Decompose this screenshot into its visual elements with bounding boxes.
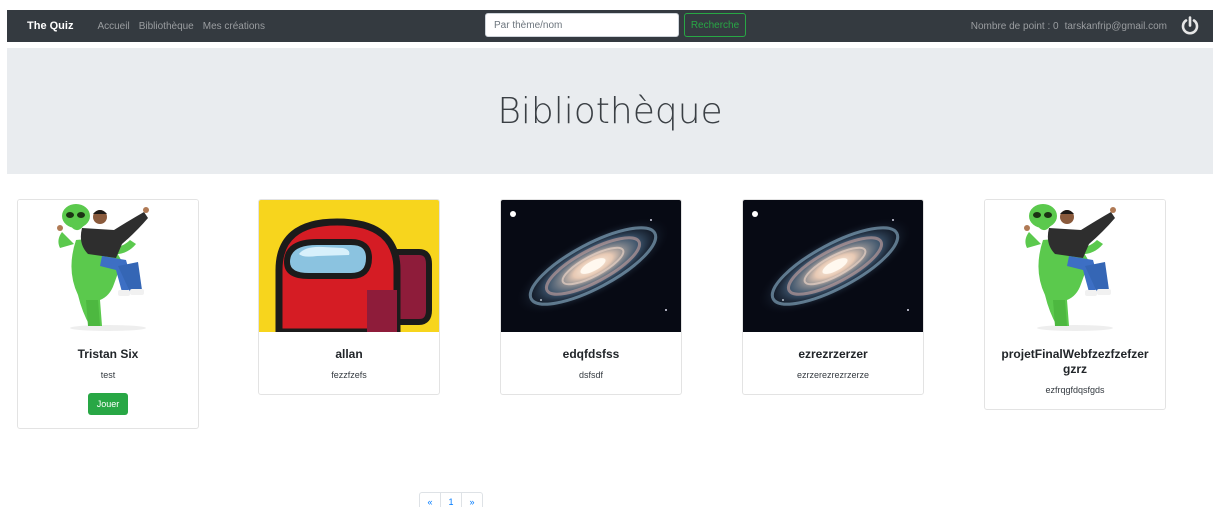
card-description: ezfrqgfdqsfgds bbox=[1045, 385, 1105, 395]
card-image-alien-costume bbox=[18, 200, 198, 332]
pagination-next[interactable]: » bbox=[461, 492, 483, 507]
quiz-card: Tristan Six test Jouer bbox=[17, 199, 199, 429]
nav-links: Accueil Bibliothèque Mes créations bbox=[97, 21, 265, 32]
card-description: test bbox=[100, 370, 116, 380]
nav-link-accueil[interactable]: Accueil bbox=[97, 21, 129, 32]
pagination-page-1[interactable]: 1 bbox=[440, 492, 462, 507]
card-image-spiral-galaxy bbox=[743, 200, 923, 332]
card-description: dsfsdf bbox=[578, 370, 603, 380]
page-header: Bibliothèque bbox=[7, 48, 1213, 174]
nav-link-mes-creations[interactable]: Mes créations bbox=[203, 21, 265, 32]
quiz-card: edqfdsfss dsfsdf bbox=[500, 199, 682, 395]
page-title: Bibliothèque bbox=[497, 90, 723, 132]
pagination: « 1 » bbox=[419, 492, 483, 507]
search-button[interactable]: Recherche bbox=[684, 13, 746, 37]
quiz-card: ezrezrzerzer ezrzerezrezrzerze bbox=[742, 199, 924, 395]
power-icon[interactable] bbox=[1179, 15, 1201, 37]
quiz-card: allan fezzfzefs bbox=[258, 199, 440, 395]
card-title: edqfdsfss bbox=[562, 347, 620, 361]
nav-right: Nombre de point : 0 tarskanfrip@gmail.co… bbox=[971, 10, 1201, 42]
search-form: Recherche bbox=[485, 13, 746, 37]
nav-link-bibliotheque[interactable]: Bibliothèque bbox=[139, 21, 194, 32]
points-counter: Nombre de point : 0 bbox=[970, 20, 1059, 32]
search-input[interactable] bbox=[485, 13, 679, 37]
quiz-card: projetFinalWebfzezfzefzer gzrz ezfrqgfdq… bbox=[984, 199, 1166, 410]
card-image-spiral-galaxy bbox=[501, 200, 681, 332]
card-title: ezrezrzerzer bbox=[798, 347, 868, 361]
card-title: projetFinalWebfzezfzefzer gzrz bbox=[1001, 347, 1149, 376]
card-image-among-us-crewmate bbox=[259, 200, 439, 332]
play-button[interactable]: Jouer bbox=[87, 393, 129, 415]
card-title: Tristan Six bbox=[77, 347, 139, 361]
card-description: ezrzerezrezrzerze bbox=[796, 370, 870, 380]
navbar: The Quiz Accueil Bibliothèque Mes créati… bbox=[7, 10, 1213, 42]
card-description: fezzfzefs bbox=[331, 370, 367, 380]
card-image-alien-costume bbox=[985, 200, 1165, 332]
brand-link[interactable]: The Quiz bbox=[27, 20, 73, 32]
pagination-prev[interactable]: « bbox=[419, 492, 441, 507]
card-title: allan bbox=[335, 347, 363, 361]
user-email[interactable]: tarskanfrip@gmail.com bbox=[1065, 21, 1167, 32]
